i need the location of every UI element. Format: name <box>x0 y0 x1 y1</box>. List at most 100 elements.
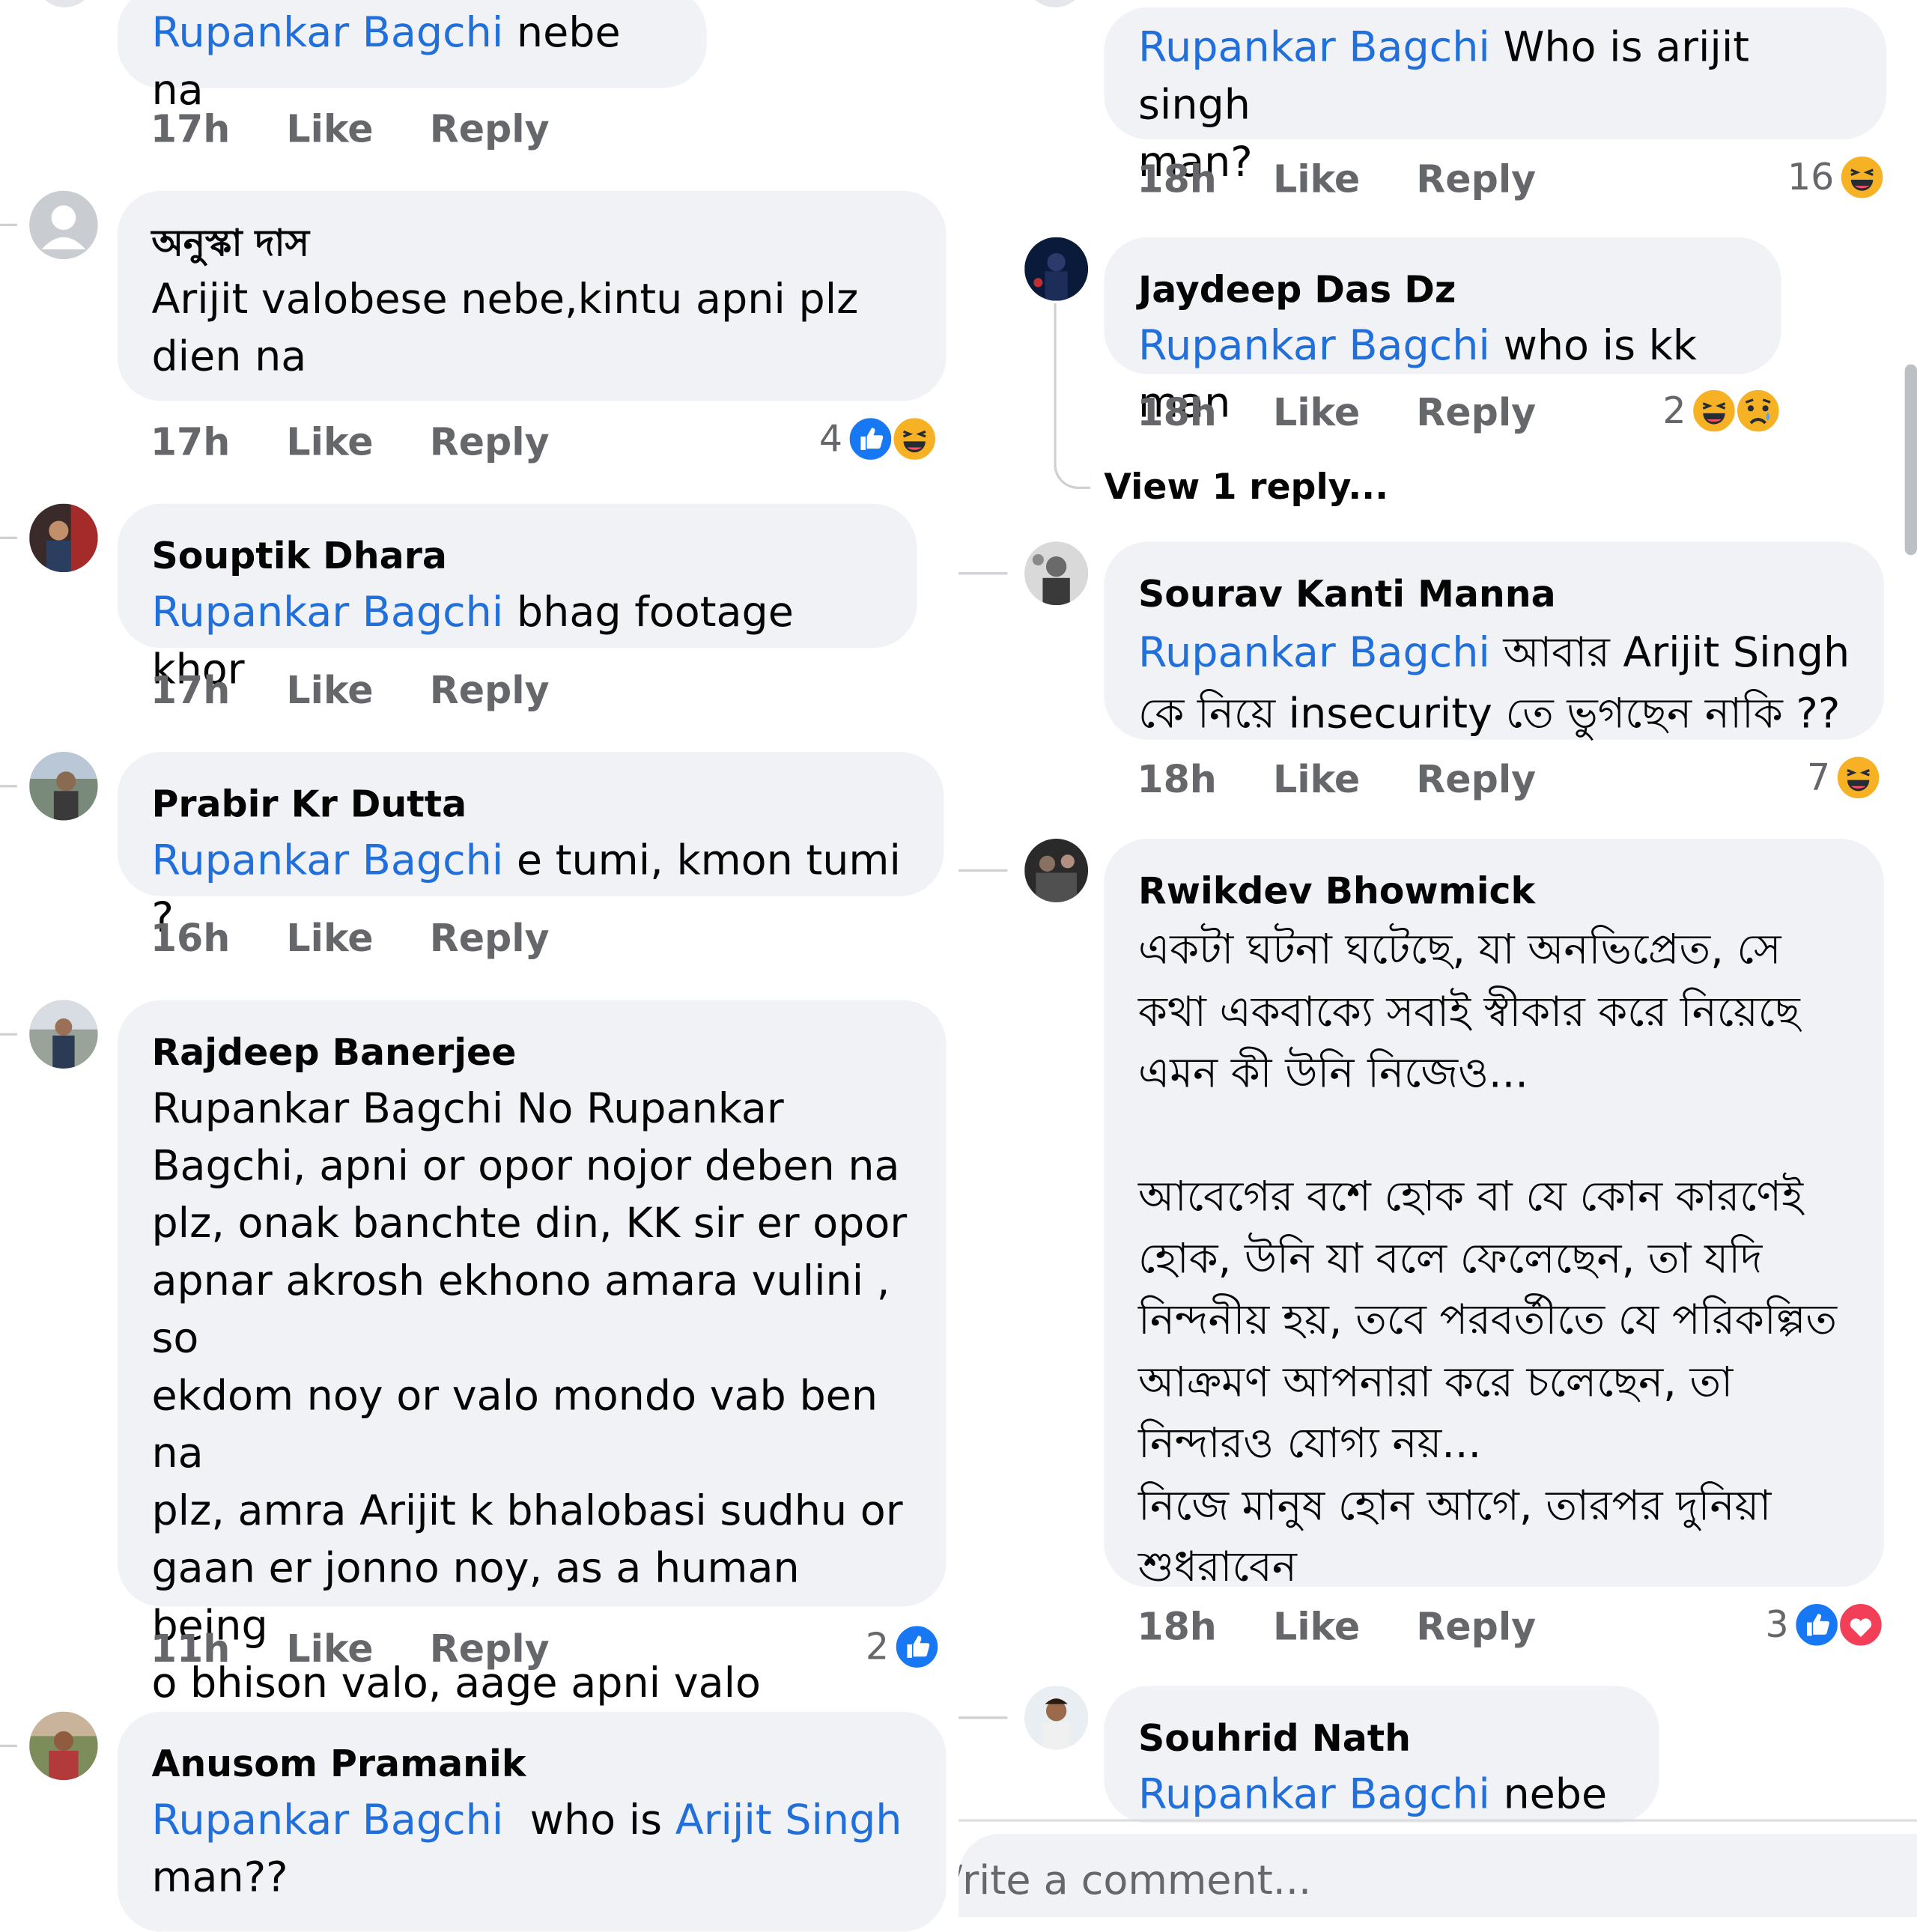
like-button[interactable]: Like <box>1273 158 1360 202</box>
reply-button[interactable]: Reply <box>430 1627 550 1671</box>
reaction-count: 16 <box>1787 156 1835 199</box>
mention-link[interactable]: Rupankar Bagchi <box>151 1796 503 1844</box>
mention-link[interactable]: Arijit Singh <box>675 1796 902 1844</box>
reply-button[interactable]: Reply <box>1416 1606 1536 1650</box>
comment-actions: 17h Like Reply <box>151 421 550 465</box>
comment-text: Rupankar Bagchi nebe na <box>151 8 634 115</box>
comment-timestamp[interactable]: 18h <box>1137 391 1216 435</box>
reply-button[interactable]: Reply <box>430 669 550 713</box>
comment-actions: 18h Like Reply <box>1137 1606 1536 1650</box>
comment-timestamp[interactable]: 17h <box>151 669 230 713</box>
haha-icon <box>1835 754 1882 801</box>
comment-timestamp[interactable]: 11h <box>151 1627 230 1671</box>
comment-author[interactable]: Prabir Kr Dutta <box>151 779 909 833</box>
like-button[interactable]: Like <box>286 421 373 465</box>
thread-connector <box>0 536 17 539</box>
thread-connector <box>0 1744 17 1748</box>
reply-button[interactable]: Reply <box>430 108 550 152</box>
like-icon <box>1793 1601 1841 1648</box>
reaction-count: 3 <box>1765 1603 1789 1647</box>
comment-bubble: Sourav Kanti Manna Rupankar Bagchi আবার … <box>1104 541 1884 740</box>
comment-bubble: Souhrid Nath Rupankar Bagchi nebe na <box>1104 1686 1659 1877</box>
reaction-summary[interactable]: 4 <box>818 416 938 463</box>
comment-actions: 18h Like Reply <box>1137 158 1536 202</box>
reaction-summary[interactable]: 2 <box>1662 387 1781 434</box>
mention-link[interactable]: Rupankar Bagchi <box>1138 628 1490 677</box>
reply-button[interactable]: Reply <box>1416 758 1536 802</box>
comment-bubble: Souptik Dhara Rupankar Bagchi bhag foota… <box>117 503 917 694</box>
like-button[interactable]: Like <box>1273 391 1360 435</box>
mention-link[interactable]: Rupankar Bagchi <box>151 8 503 57</box>
comment-author[interactable]: Souhrid Nath <box>1138 1713 1625 1767</box>
comment-author[interactable]: অনুস্কা দাস <box>151 218 912 272</box>
sad-icon <box>1734 387 1781 434</box>
reply-button[interactable]: Reply <box>1416 158 1536 202</box>
comment-author[interactable]: Jaydeep Das Dz <box>1138 264 1747 318</box>
mention-link[interactable]: Rupankar Bagchi <box>1138 321 1490 370</box>
comment-bubble: Rajdeep Banerjee Rupankar Bagchi No Rupa… <box>117 1000 947 1823</box>
like-button[interactable]: Like <box>286 917 373 961</box>
comment-bubble: Rupankar Bagchi nebe na <box>117 0 707 115</box>
reaction-count: 4 <box>818 417 843 461</box>
comment-timestamp[interactable]: 18h <box>1137 1606 1216 1650</box>
avatar[interactable] <box>29 1711 98 1781</box>
reply-button[interactable]: Reply <box>430 421 550 465</box>
like-button[interactable]: Like <box>286 108 373 152</box>
reaction-summary[interactable]: 7 <box>1807 754 1882 801</box>
comment-actions: 18h Like Reply <box>1137 391 1536 435</box>
haha-icon <box>1691 387 1738 434</box>
thread-connector <box>0 785 17 788</box>
avatar[interactable] <box>29 503 98 573</box>
mention-link[interactable]: Rupankar Bagchi <box>151 588 503 637</box>
avatar[interactable] <box>1024 0 1086 7</box>
comment-bubble: Rupankar Bagchi Who is arijit singh man? <box>1104 7 1887 187</box>
reply-button[interactable]: Reply <box>1416 391 1536 435</box>
divider <box>958 1819 1917 1822</box>
comment-bubble: Jaydeep Das Dz Rupankar Bagchi who is kk… <box>1104 237 1781 428</box>
scrollbar[interactable] <box>1904 364 1917 556</box>
comment-input-placeholder[interactable]: /rite a comment... <box>958 1856 1311 1904</box>
reaction-count: 7 <box>1807 756 1831 799</box>
avatar[interactable] <box>1024 237 1089 301</box>
avatar[interactable] <box>1024 541 1089 606</box>
comment-author[interactable]: Rajdeep Banerjee <box>151 1027 912 1081</box>
like-button[interactable]: Like <box>1273 758 1360 802</box>
mention-link[interactable]: Rupankar Bagchi <box>1138 1770 1490 1819</box>
comment-actions: 16h Like Reply <box>151 917 550 961</box>
comment-timestamp[interactable]: 18h <box>1137 758 1216 802</box>
like-button[interactable]: Like <box>1273 1606 1360 1650</box>
mention-link[interactable]: Rupankar Bagchi <box>151 836 503 885</box>
avatar[interactable] <box>1024 839 1089 902</box>
comment-author[interactable]: Rwikdev Bhowmick <box>1138 866 1850 920</box>
comment-author[interactable]: Sourav Kanti Manna <box>1138 568 1850 622</box>
love-icon <box>1838 1601 1885 1648</box>
haha-icon <box>1838 154 1886 201</box>
reply-button[interactable]: Reply <box>430 917 550 961</box>
comment-timestamp[interactable]: 17h <box>151 421 230 465</box>
avatar[interactable] <box>29 752 98 821</box>
haha-icon <box>891 416 938 463</box>
avatar[interactable] <box>34 0 96 7</box>
comment-author[interactable]: Anusom Pramanik <box>151 1739 912 1793</box>
reaction-summary[interactable]: 3 <box>1765 1601 1885 1648</box>
like-button[interactable]: Like <box>286 1627 373 1671</box>
mention-link[interactable]: Rupankar Bagchi <box>1138 23 1490 72</box>
reaction-summary[interactable]: 2 <box>866 1623 941 1671</box>
avatar[interactable] <box>29 1000 98 1069</box>
thread-connector <box>0 223 17 227</box>
comment-timestamp[interactable]: 18h <box>1137 158 1216 202</box>
comment-actions: 18h Like Reply <box>1137 758 1536 802</box>
avatar[interactable] <box>29 190 98 260</box>
comment-actions: 17h Like Reply <box>151 108 550 152</box>
reaction-summary[interactable]: 16 <box>1787 154 1886 201</box>
comment-timestamp[interactable]: 16h <box>151 917 230 961</box>
comment-bubble: Rwikdev Bhowmick একটা ঘটনা ঘটেছে, যা অনভ… <box>1104 839 1884 1592</box>
comment-text: Arijit valobese nebe,kintu apni plz dien… <box>151 275 859 382</box>
comment-timestamp[interactable]: 17h <box>151 108 230 152</box>
avatar[interactable] <box>1024 1686 1089 1750</box>
view-replies-link[interactable]: View 1 reply... <box>1104 466 1388 508</box>
comment-author[interactable]: Souptik Dhara <box>151 531 882 585</box>
comment-composer[interactable]: /rite a comment... <box>958 1833 1917 1917</box>
comment-bubble: অনুস্কা দাস Arijit valobese nebe,kintu a… <box>117 190 947 401</box>
like-button[interactable]: Like <box>286 669 373 713</box>
